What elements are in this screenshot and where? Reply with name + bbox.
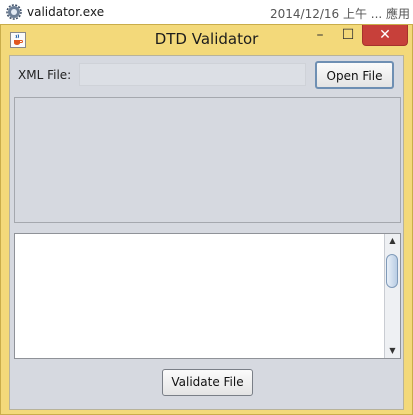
validate-file-button[interactable]: Validate File — [162, 369, 253, 396]
gear-app-icon — [6, 4, 22, 20]
vertical-scrollbar[interactable]: ▲ ▼ — [384, 234, 400, 358]
window-titlebar[interactable]: DTD Validator – ☐ ✕ — [1, 25, 412, 55]
window-client-area: XML File: Open File ▲ ▼ Validate File — [9, 55, 404, 410]
file-type: 應用 — [386, 7, 411, 21]
minimize-button[interactable]: – — [306, 25, 334, 45]
minimize-icon: – — [316, 27, 324, 43]
scroll-up-arrow-icon[interactable]: ▲ — [385, 234, 400, 248]
explorer-file-row[interactable]: validator.exe 2014/12/16 上午 ... 應用 — [0, 0, 413, 25]
open-file-button[interactable]: Open File — [315, 61, 394, 89]
file-name: validator.exe — [27, 5, 105, 19]
close-icon: ✕ — [379, 27, 391, 43]
close-button[interactable]: ✕ — [362, 25, 408, 46]
file-modified-date: 2014/12/16 上午 ... — [270, 7, 383, 21]
xml-file-path-field[interactable] — [79, 63, 306, 86]
dtd-validator-window: DTD Validator – ☐ ✕ XML File: Open File … — [0, 24, 413, 415]
scroll-down-arrow-icon[interactable]: ▼ — [385, 344, 400, 358]
output-text-area[interactable] — [15, 234, 385, 358]
scrollbar-thumb[interactable] — [386, 254, 398, 288]
xml-file-label: XML File: — [18, 68, 72, 82]
dtd-info-panel — [14, 97, 401, 223]
maximize-button[interactable]: ☐ — [334, 25, 362, 45]
output-scroll-pane: ▲ ▼ — [14, 233, 401, 359]
maximize-icon: ☐ — [341, 27, 355, 43]
